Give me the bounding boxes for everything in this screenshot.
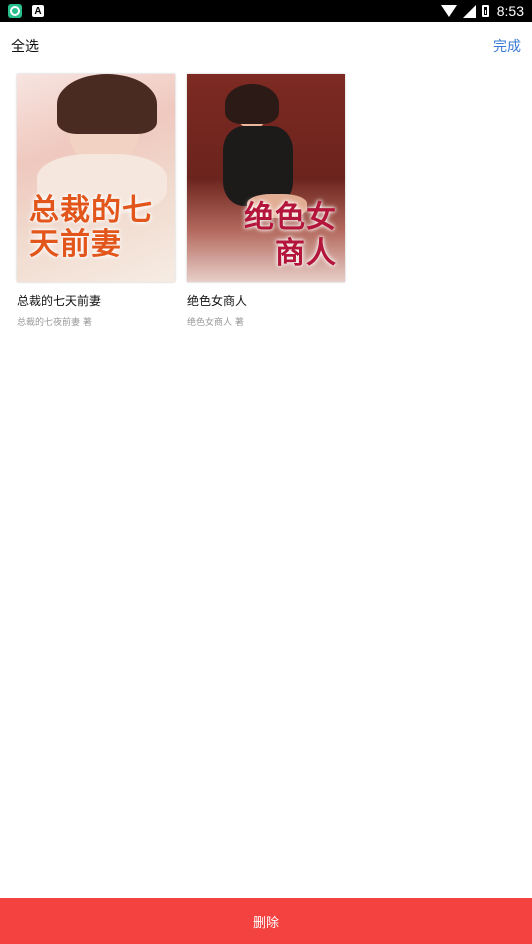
book-cover[interactable]: 总裁的七天前妻: [17, 74, 175, 282]
edit-header: 全选 完成: [0, 22, 532, 68]
signal-icon: [462, 4, 476, 18]
delete-label: 删除: [252, 915, 279, 931]
battery-icon: [481, 5, 489, 17]
notification-a-icon: A: [32, 5, 44, 17]
cover-hair: [57, 74, 157, 134]
cover-title: 总裁的七天前妻: [29, 193, 153, 262]
select-all-button[interactable]: 全选: [11, 36, 39, 56]
book-author: 绝色女商人 著: [187, 318, 244, 328]
wifi-icon: [440, 5, 457, 17]
status-time: 8:53: [496, 3, 524, 19]
cover-title: 绝色女商人: [244, 200, 337, 271]
book-cover[interactable]: 绝色女商人: [187, 74, 345, 282]
cover-hair: [225, 84, 279, 124]
book-title: 绝色女商人: [187, 294, 248, 308]
book-author: 总裁的七夜前妻 著: [17, 318, 92, 328]
delete-button[interactable]: 删除: [0, 898, 532, 944]
camera-app-icon: [8, 4, 22, 18]
done-button[interactable]: 完成: [493, 36, 521, 56]
book-item[interactable]: 绝色女商人 绝色女商人 绝色女商人 著: [187, 74, 345, 328]
book-title: 总裁的七天前妻: [17, 294, 102, 308]
status-bar: A 8:53: [0, 0, 532, 22]
book-item[interactable]: 总裁的七天前妻 总裁的七天前妻 总裁的七夜前妻 著: [17, 74, 175, 328]
